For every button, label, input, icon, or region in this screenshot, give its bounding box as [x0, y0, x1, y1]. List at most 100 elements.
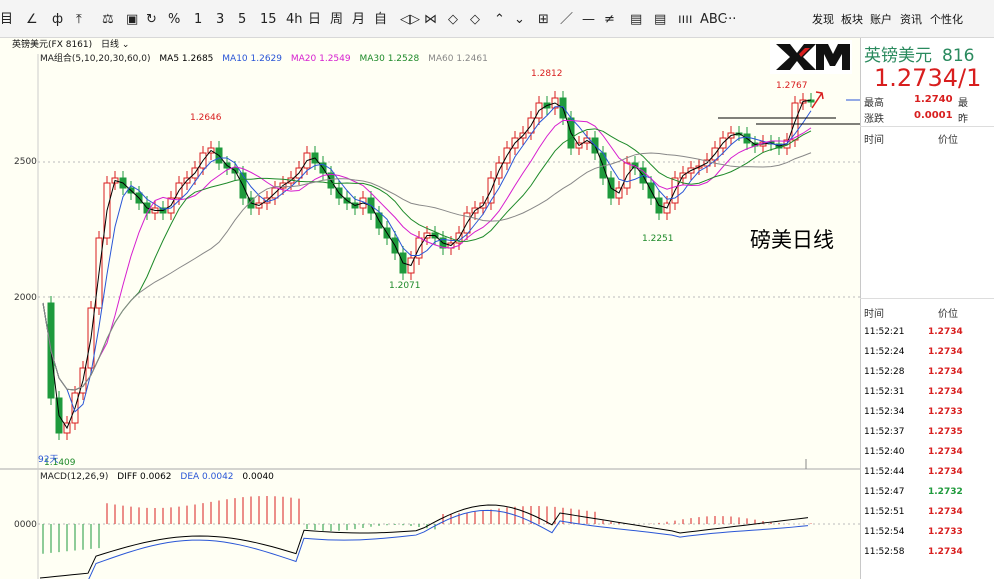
- menu-item-0[interactable]: 发现: [812, 10, 834, 30]
- trade-price: 1.2734: [928, 347, 963, 357]
- toolbar-tool-2[interactable]: ф: [52, 10, 63, 30]
- ma20-value: MA20 1.2549: [290, 54, 351, 64]
- trading-window: 目 ∠ ф ⤒ ⚖ ▣ ↻% 1 3 5 15 4h 日周月自 ◁▷ ⋈ ◇ ◇ ⌃ ⌄ ⊞ ／ — ≠ ▤ ▤ ıııı ABC ·…: [0, 0, 994, 579]
- menu-item-1[interactable]: 板块: [841, 10, 863, 30]
- toolbar-tool-25[interactable]: —: [582, 10, 595, 30]
- price-label: 92天: [38, 455, 58, 465]
- macd-diff: DIFF 0.0062: [117, 472, 172, 482]
- price-label: 1.2251: [642, 234, 674, 244]
- trades-price-header: 价位: [938, 309, 958, 320]
- macd-label[interactable]: MACD(12,26,9): [40, 472, 108, 482]
- trade-price: 1.2734: [928, 507, 963, 517]
- ma10-value: MA10 1.2629: [222, 54, 282, 64]
- toolbar-tool-19[interactable]: ◇: [448, 10, 458, 30]
- trade-row: 11:52:58 1.2734: [860, 542, 994, 562]
- trade-time: 11:52:47: [864, 487, 905, 497]
- trade-time: 11:52:24: [864, 347, 905, 357]
- toolbar-tool-27[interactable]: ▤: [630, 10, 642, 30]
- ma-group-label[interactable]: MA组合(5,10,20,30,60,0): [40, 54, 151, 64]
- toolbar-tool-5[interactable]: ▣: [126, 10, 138, 30]
- toolbar-tool-3[interactable]: ⤒: [76, 10, 82, 30]
- divider: [860, 298, 994, 299]
- macd-legend: MACD(12,26,9) DIFF 0.0062 DEA 0.0042 0.0…: [40, 470, 280, 484]
- menu-item-2[interactable]: 账户: [870, 10, 892, 30]
- xm-logo: [770, 40, 852, 74]
- trade-row: 11:52:47 1.2732: [860, 482, 994, 502]
- toolbar-tool-28[interactable]: ▤: [654, 10, 666, 30]
- price-label: 1.2646: [190, 113, 222, 123]
- trade-time: 11:52:58: [864, 547, 905, 557]
- toolbar-tool-17[interactable]: ◁▷: [400, 10, 420, 30]
- change-value: 0.0001: [914, 110, 953, 121]
- trade-row: 11:52:28 1.2734: [860, 362, 994, 382]
- trade-price: 1.2734: [928, 547, 963, 557]
- trade-list[interactable]: 11:52:21 1.2734 11:52:24 1.2734 11:52:28 1.27…: [860, 322, 994, 562]
- axis-label: 2500: [14, 157, 37, 167]
- macd-value: 0.0040: [242, 472, 274, 482]
- trade-price: 1.2732: [928, 487, 963, 497]
- toolbar-tool-4[interactable]: ⚖: [102, 10, 114, 30]
- trades-time-header: 时间: [864, 309, 884, 320]
- toolbar-tool-12[interactable]: 4h: [286, 10, 303, 30]
- change-label: 涨跌: [864, 114, 884, 125]
- toolbar-tool-10[interactable]: 5: [238, 10, 246, 30]
- toolbar-tool-6[interactable]: ↻: [146, 10, 157, 30]
- trade-price: 1.2733: [928, 527, 963, 537]
- trade-price: 1.2734: [928, 467, 963, 477]
- trade-row: 11:52:54 1.2733: [860, 522, 994, 542]
- toolbar-tool-20[interactable]: ◇: [470, 10, 480, 30]
- chart-panel[interactable]: 2500 2000 0000 1.2646 1.2071 1.2812 1.2251 1.27…: [0, 38, 860, 579]
- divider: [860, 126, 994, 127]
- trade-time: 11:52:44: [864, 467, 905, 477]
- trade-row: 11:52:37 1.2735: [860, 422, 994, 442]
- toolbar: 目 ∠ ф ⤒ ⚖ ▣ ↻% 1 3 5 15 4h 日周月自 ◁▷ ⋈ ◇ ◇ ⌃ ⌄ ⊞ ／ — ≠ ▤ ▤ ıııı ABC ·…: [0, 0, 994, 38]
- toolbar-tool-13[interactable]: 日: [308, 10, 321, 30]
- ticks-price-header: 价位: [938, 135, 958, 146]
- toolbar-tool-23[interactable]: ⊞: [538, 10, 549, 30]
- toolbar-tool-24[interactable]: ／: [560, 10, 573, 30]
- toolbar-tool-1[interactable]: ∠: [26, 10, 38, 30]
- toolbar-tool-8[interactable]: 1: [194, 10, 202, 30]
- chart-title-row: 英镑美元(FX 8161) 日线 ⌄: [12, 38, 860, 52]
- toolbar-tool-21[interactable]: ⌃: [494, 10, 505, 30]
- ma5-value: MA5 1.2685: [159, 54, 214, 64]
- trade-row: 11:52:34 1.2733: [860, 402, 994, 422]
- trade-time: 11:52:21: [864, 327, 905, 337]
- ma60-value: MA60 1.2461: [428, 54, 488, 64]
- toolbar-tool-18[interactable]: ⋈: [424, 10, 437, 30]
- toolbar-tool-26[interactable]: ≠: [604, 10, 615, 30]
- toolbar-tool-11[interactable]: 15: [260, 10, 277, 30]
- ma-legend: MA组合(5,10,20,30,60,0) MA5 1.2685 MA10 1.…: [40, 52, 860, 66]
- menu-item-4[interactable]: 个性化: [930, 10, 963, 30]
- trade-time: 11:52:28: [864, 367, 905, 377]
- trade-price: 1.2735: [928, 427, 963, 437]
- instrument-label[interactable]: 英镑美元(FX 8161): [12, 40, 92, 50]
- trade-row: 11:52:40 1.2734: [860, 442, 994, 462]
- toolbar-tool-7[interactable]: %: [168, 10, 180, 30]
- menu-item-3[interactable]: 资讯: [900, 10, 922, 30]
- toolbar-tool-31[interactable]: ···: [724, 10, 736, 30]
- toolbar-tool-22[interactable]: ⌄: [514, 10, 525, 30]
- trade-time: 11:52:51: [864, 507, 905, 517]
- toolbar-tool-9[interactable]: 3: [216, 10, 224, 30]
- toolbar-tool-16[interactable]: 自: [374, 10, 387, 30]
- toolbar-tool-0[interactable]: 目: [0, 10, 13, 30]
- ticks-time-header: 时间: [864, 135, 884, 146]
- quote-price: 1.2734/1: [874, 64, 982, 92]
- trade-row: 11:52:44 1.2734: [860, 462, 994, 482]
- price-area: [38, 66, 860, 476]
- toolbar-tool-15[interactable]: 月: [352, 10, 365, 30]
- price-chart[interactable]: 2500 2000 0000 1.2646 1.2071 1.2812 1.2251 1.27…: [0, 38, 860, 579]
- toolbar-tool-14[interactable]: 周: [330, 10, 343, 30]
- trade-price: 1.2734: [928, 387, 963, 397]
- period-selector[interactable]: 日线 ⌄: [101, 40, 129, 50]
- extra-label-1: 最: [958, 98, 968, 109]
- axis-label: 0000: [14, 520, 37, 530]
- toolbar-tool-30[interactable]: ABC: [700, 10, 727, 30]
- chart-annotation: 磅美日线: [750, 228, 834, 252]
- trade-price: 1.2734: [928, 367, 963, 377]
- extra-label-2: 昨: [958, 114, 968, 125]
- axis-label: 2000: [14, 293, 37, 303]
- toolbar-tool-29[interactable]: ıııı: [678, 10, 692, 30]
- trade-row: 11:52:51 1.2734: [860, 502, 994, 522]
